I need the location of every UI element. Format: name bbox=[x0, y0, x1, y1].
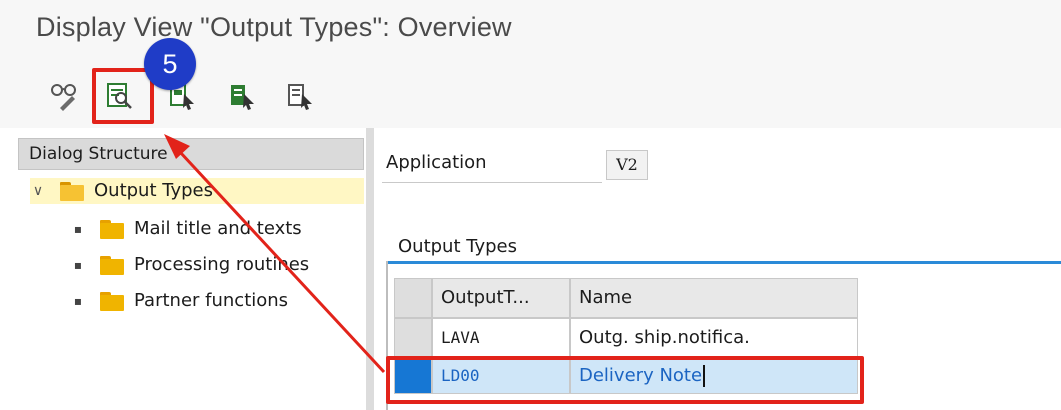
folder-icon bbox=[100, 291, 124, 311]
folder-icon bbox=[100, 255, 124, 275]
chevron-down-icon[interactable]: ∨ bbox=[30, 178, 46, 204]
bullet-icon: ▪ bbox=[73, 258, 83, 272]
bullet-icon: ▪ bbox=[73, 294, 83, 308]
tree-item-label: Mail title and texts bbox=[134, 218, 302, 239]
dialog-structure-header: Dialog Structure bbox=[18, 138, 364, 170]
table-cell-code[interactable]: LAVA bbox=[432, 318, 570, 358]
step-badge: 5 bbox=[144, 38, 196, 90]
application-field[interactable]: V2 bbox=[606, 150, 648, 180]
glasses-pencil-icon[interactable] bbox=[44, 76, 84, 116]
tree-item-processing-routines[interactable]: ▪ Processing routines bbox=[70, 252, 309, 278]
sap-window: Display View "Output Types": Overview 5 … bbox=[0, 0, 1061, 410]
table-section-title: Output Types bbox=[398, 236, 517, 257]
section-divider bbox=[386, 261, 1061, 264]
folder-icon bbox=[100, 219, 124, 239]
column-header-name[interactable]: Name bbox=[570, 278, 858, 318]
pane-splitter[interactable] bbox=[366, 128, 374, 410]
open-folder-icon bbox=[60, 181, 84, 201]
tree-item-label: Processing routines bbox=[134, 254, 310, 275]
highlight-box-toolbar bbox=[92, 68, 154, 124]
row-selector[interactable] bbox=[394, 318, 432, 358]
application-label: Application bbox=[386, 152, 487, 173]
application-label-underline bbox=[382, 182, 602, 183]
select-all-icon[interactable] bbox=[222, 76, 262, 116]
tree-item-output-types[interactable]: ∨ Output Types bbox=[30, 178, 364, 204]
tree-item-mail-title[interactable]: ▪ Mail title and texts bbox=[70, 216, 302, 242]
page-title: Display View "Output Types": Overview bbox=[36, 12, 512, 42]
tree-item-label: Output Types bbox=[94, 180, 213, 201]
tree-item-partner-functions[interactable]: ▪ Partner functions bbox=[70, 288, 288, 314]
dialog-structure-pane: Dialog Structure ∨ Output Types ▪ Mail t… bbox=[0, 128, 366, 410]
tree-item-label: Partner functions bbox=[134, 290, 289, 311]
select-all-cell[interactable] bbox=[394, 278, 432, 318]
deselect-all-icon[interactable] bbox=[280, 76, 320, 116]
table-cell-name[interactable]: Outg. ship.notifica. bbox=[570, 318, 858, 358]
highlight-box-row bbox=[386, 356, 864, 404]
bullet-icon: ▪ bbox=[73, 222, 83, 236]
column-header-outputtype[interactable]: OutputT... bbox=[432, 278, 570, 318]
